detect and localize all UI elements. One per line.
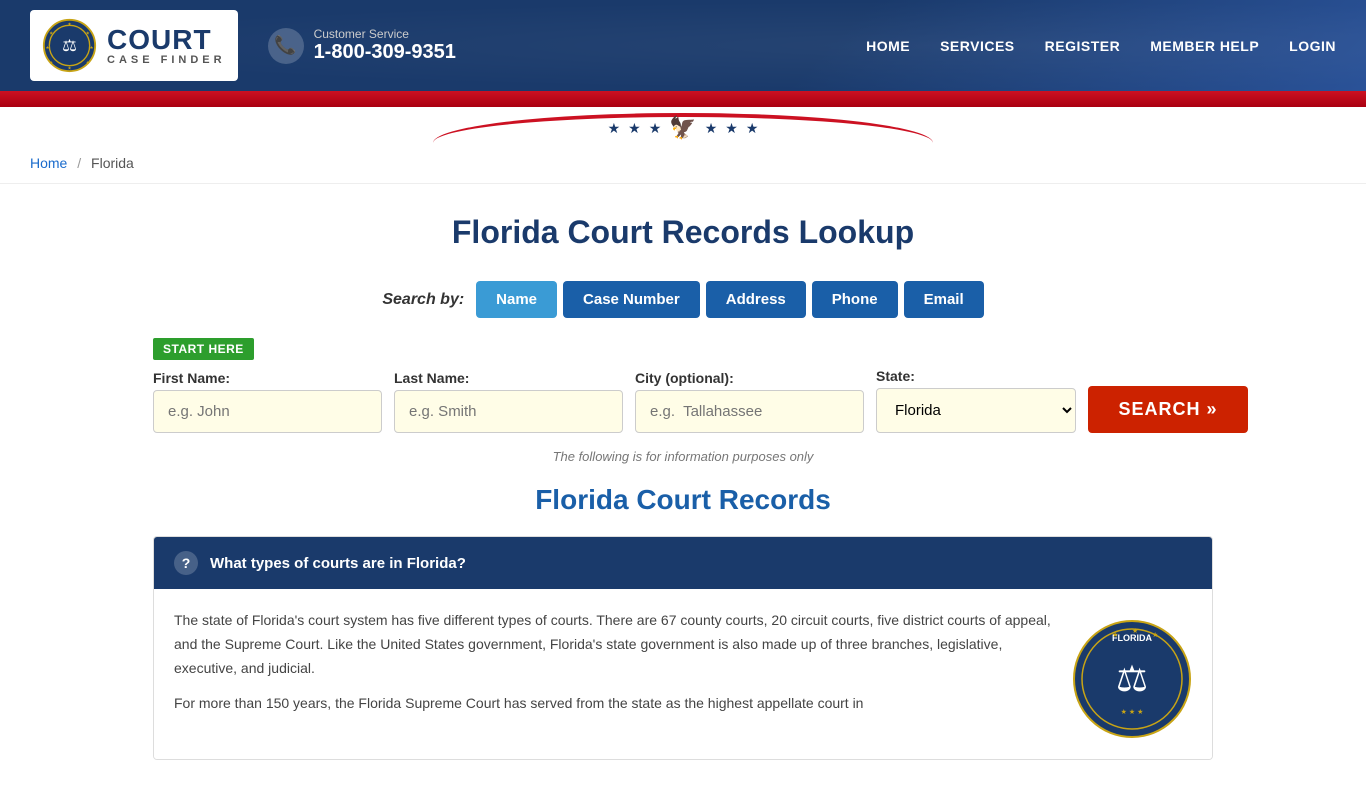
search-button[interactable]: SEARCH » [1088,386,1248,433]
star-right-2: ★ [725,120,738,137]
start-here-badge: START HERE [153,338,254,360]
breadcrumb-current: Florida [91,155,134,171]
last-name-label: Last Name: [394,370,623,386]
svg-text:★: ★ [1132,627,1138,635]
faq-item: ? What types of courts are in Florida? T… [153,536,1213,760]
eagle-stars-line: ★ ★ ★ 🦅 ★ ★ ★ [608,115,759,141]
svg-text:★: ★ [1112,631,1118,639]
nav-member-help[interactable]: MEMBER HELP [1150,38,1259,54]
main-nav: HOME SERVICES REGISTER MEMBER HELP LOGIN [866,38,1336,54]
logo-area: ★ ★ ★ ★ ★ ★ ★ ★ ⚖ COURT CASE FINDER 📞 [30,10,456,81]
first-name-group: First Name: [153,370,382,433]
star-left-2: ★ [628,120,641,137]
tab-phone[interactable]: Phone [812,281,898,318]
tab-email[interactable]: Email [904,281,984,318]
star-left-3: ★ [649,120,662,137]
cs-phone: 1-800-309-9351 [314,41,456,64]
svg-text:⚖: ⚖ [1116,658,1148,699]
section-title: Florida Court Records [153,484,1213,516]
logo-case-finder-label: CASE FINDER [107,54,226,66]
form-fields: First Name: Last Name: City (optional): … [153,368,1213,433]
breadcrumb-home[interactable]: Home [30,155,67,171]
tab-address[interactable]: Address [706,281,806,318]
cs-label: Customer Service [314,27,456,41]
faq-paragraph-2: For more than 150 years, the Florida Sup… [174,692,1052,716]
page-title: Florida Court Records Lookup [153,214,1213,251]
logo-court-label: COURT [107,26,212,54]
eagle-banner: ★ ★ ★ 🦅 ★ ★ ★ [0,107,1366,143]
state-group: State: Florida Alabama Georgia [876,368,1076,433]
star-right-3: ★ [746,120,759,137]
search-by-row: Search by: Name Case Number Address Phon… [153,281,1213,318]
last-name-input[interactable] [394,390,623,433]
red-strip [0,91,1366,107]
faq-paragraph-1: The state of Florida's court system has … [174,609,1052,680]
star-right-1: ★ [705,120,718,137]
logo-box: ★ ★ ★ ★ ★ ★ ★ ★ ⚖ COURT CASE FINDER [30,10,238,81]
site-header: ★ ★ ★ ★ ★ ★ ★ ★ ⚖ COURT CASE FINDER 📞 [0,0,1366,91]
first-name-input[interactable] [153,390,382,433]
svg-text:★: ★ [1152,631,1158,639]
nav-home[interactable]: HOME [866,38,910,54]
last-name-group: Last Name: [394,370,623,433]
search-form-area: Search by: Name Case Number Address Phon… [153,281,1213,464]
main-content: Florida Court Records Lookup Search by: … [133,184,1233,798]
breadcrumb-separator: / [77,155,81,171]
faq-header[interactable]: ? What types of courts are in Florida? [154,537,1212,589]
search-by-label: Search by: [382,291,464,309]
eagle-symbol: 🦅 [669,115,696,141]
city-group: City (optional): [635,370,864,433]
faq-question-icon: ? [174,551,198,575]
city-label: City (optional): [635,370,864,386]
logo-text: COURT CASE FINDER [107,26,226,66]
svg-text:★ ★ ★: ★ ★ ★ [1121,708,1144,716]
nav-login[interactable]: LOGIN [1289,38,1336,54]
first-name-label: First Name: [153,370,382,386]
star-left-1: ★ [608,120,621,137]
florida-seal-icon: FLORIDA ★ ★ ★ ⚖ ★ ★ ★ [1072,619,1192,739]
faq-text: The state of Florida's court system has … [174,609,1052,739]
nav-services[interactable]: SERVICES [940,38,1015,54]
svg-text:⚖: ⚖ [62,37,77,55]
tab-name[interactable]: Name [476,281,557,318]
customer-service: 📞 Customer Service 1-800-309-9351 [268,27,456,64]
tab-case-number[interactable]: Case Number [563,281,700,318]
nav-register[interactable]: REGISTER [1045,38,1121,54]
state-label: State: [876,368,1076,384]
phone-icon: 📞 [268,28,304,64]
state-select[interactable]: Florida Alabama Georgia [876,388,1076,433]
logo-seal-icon: ★ ★ ★ ★ ★ ★ ★ ★ ⚖ [42,18,97,73]
city-input[interactable] [635,390,864,433]
info-note: The following is for information purpose… [153,449,1213,464]
faq-question-text: What types of courts are in Florida? [210,555,466,572]
faq-body: The state of Florida's court system has … [154,589,1212,759]
